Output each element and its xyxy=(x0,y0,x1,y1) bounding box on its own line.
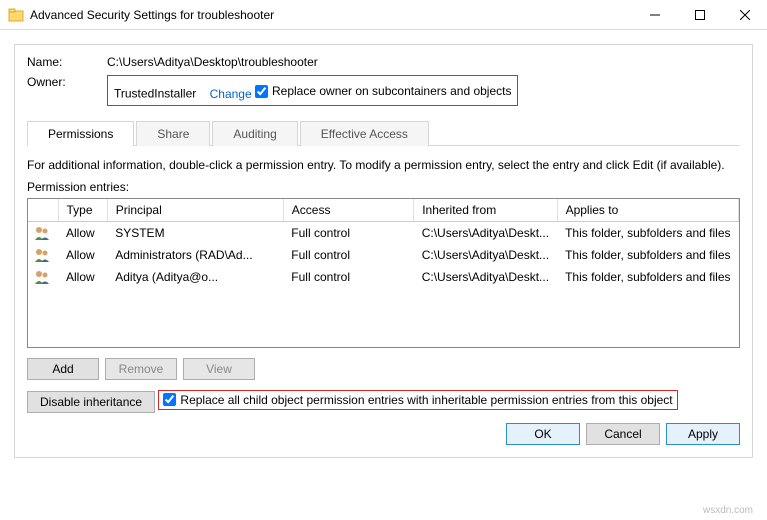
col-applies[interactable]: Applies to xyxy=(557,199,738,222)
change-owner-link[interactable]: Change xyxy=(210,87,252,101)
tab-strip: Permissions Share Auditing Effective Acc… xyxy=(27,120,740,146)
owner-label: Owner: xyxy=(27,75,107,89)
cell-type: Allow xyxy=(58,221,107,244)
apply-button[interactable]: Apply xyxy=(666,423,740,445)
tab-share[interactable]: Share xyxy=(136,121,210,146)
replace-owner-checkbox[interactable] xyxy=(255,85,268,98)
replace-children-row: Replace all child object permission entr… xyxy=(158,390,677,410)
principal-icon xyxy=(34,247,50,263)
minimize-button[interactable] xyxy=(632,0,677,29)
replace-children-checkbox[interactable] xyxy=(163,393,176,406)
cell-type: Allow xyxy=(58,244,107,266)
maximize-button[interactable] xyxy=(677,0,722,29)
info-text: For additional information, double-click… xyxy=(27,158,740,172)
col-inherited[interactable]: Inherited from xyxy=(414,199,557,222)
name-label: Name: xyxy=(27,55,107,69)
cell-inherited: C:\Users\Aditya\Deskt... xyxy=(414,221,557,244)
cell-access: Full control xyxy=(283,244,413,266)
cell-applies: This folder, subfolders and files xyxy=(557,266,738,288)
disable-inheritance-button[interactable]: Disable inheritance xyxy=(27,391,155,413)
close-button[interactable] xyxy=(722,0,767,29)
folder-security-icon xyxy=(8,7,24,23)
table-row[interactable]: AllowAditya (Aditya@o...Full controlC:\U… xyxy=(28,266,739,288)
tab-effective-access[interactable]: Effective Access xyxy=(300,121,429,146)
tab-permissions[interactable]: Permissions xyxy=(27,121,134,146)
cell-access: Full control xyxy=(283,221,413,244)
owner-value: TrustedInstaller xyxy=(114,87,196,101)
tab-auditing[interactable]: Auditing xyxy=(212,121,297,146)
window-title: Advanced Security Settings for troublesh… xyxy=(30,8,632,22)
owner-box: TrustedInstaller Change Replace owner on… xyxy=(107,75,518,106)
window-controls xyxy=(632,0,767,29)
cell-principal: Administrators (RAD\Ad... xyxy=(107,244,283,266)
cell-type: Allow xyxy=(58,266,107,288)
replace-children-label: Replace all child object permission entr… xyxy=(180,393,672,407)
cell-inherited: C:\Users\Aditya\Deskt... xyxy=(414,244,557,266)
watermark: wsxdn.com xyxy=(703,505,753,516)
cell-applies: This folder, subfolders and files xyxy=(557,244,738,266)
permission-table[interactable]: Type Principal Access Inherited from App… xyxy=(27,198,740,348)
col-access[interactable]: Access xyxy=(283,199,413,222)
replace-owner-label: Replace owner on subcontainers and objec… xyxy=(272,84,511,98)
remove-button: Remove xyxy=(105,358,177,380)
entries-label: Permission entries: xyxy=(27,180,740,194)
add-button[interactable]: Add xyxy=(27,358,99,380)
cell-inherited: C:\Users\Aditya\Deskt... xyxy=(414,266,557,288)
principal-icon xyxy=(34,225,50,241)
name-value: C:\Users\Aditya\Desktop\troubleshooter xyxy=(107,55,318,69)
principal-icon xyxy=(34,269,50,285)
view-button: View xyxy=(183,358,255,380)
cell-principal: SYSTEM xyxy=(107,221,283,244)
ok-button[interactable]: OK xyxy=(506,423,580,445)
col-principal[interactable]: Principal xyxy=(107,199,283,222)
cell-principal: Aditya (Aditya@o... xyxy=(107,266,283,288)
main-panel: Name: C:\Users\Aditya\Desktop\troublesho… xyxy=(14,44,753,458)
cell-access: Full control xyxy=(283,266,413,288)
table-row[interactable]: AllowSYSTEMFull controlC:\Users\Aditya\D… xyxy=(28,221,739,244)
titlebar: Advanced Security Settings for troublesh… xyxy=(0,0,767,30)
table-row[interactable]: AllowAdministrators (RAD\Ad...Full contr… xyxy=(28,244,739,266)
col-icon[interactable] xyxy=(28,199,58,222)
cancel-button[interactable]: Cancel xyxy=(586,423,660,445)
col-type[interactable]: Type xyxy=(58,199,107,222)
cell-applies: This folder, subfolders and files xyxy=(557,221,738,244)
